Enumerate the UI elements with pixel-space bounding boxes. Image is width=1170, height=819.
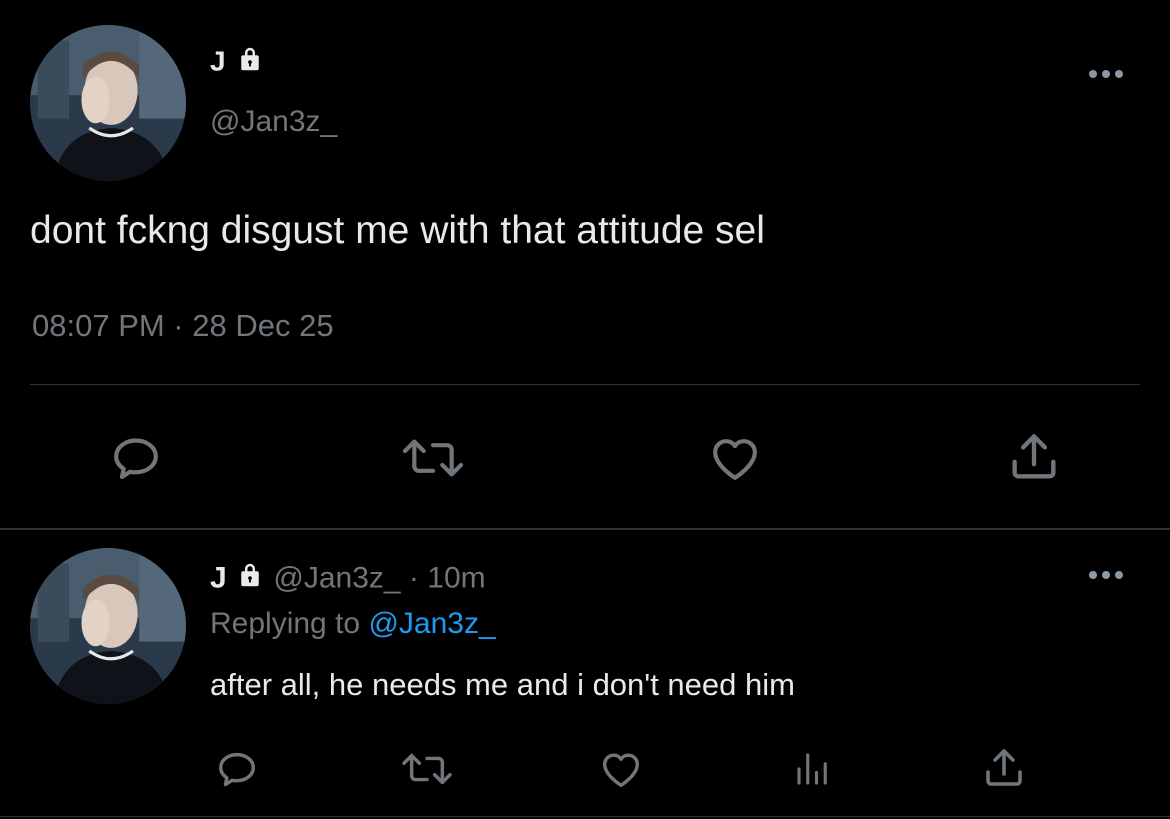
display-name-text: J: [210, 45, 226, 77]
reply-handle[interactable]: @Jan3z_: [273, 561, 400, 594]
tweet-timestamp[interactable]: 08:07 PM · 28 Dec 25: [32, 306, 334, 346]
reply-icon[interactable]: [214, 746, 260, 792]
more-icon[interactable]: [1086, 64, 1126, 84]
tweet-text: dont fckng disgust me with that attitude…: [30, 209, 765, 252]
replying-to: Replying to @Jan3z_: [210, 606, 496, 642]
retweet-icon[interactable]: [398, 746, 456, 792]
reply-text: after all, he needs me and i don't need …: [210, 667, 795, 702]
share-icon[interactable]: [980, 744, 1028, 792]
replying-to-label: Replying to: [210, 607, 361, 640]
retweet-icon[interactable]: [398, 430, 468, 486]
reply-avatar[interactable]: [30, 548, 186, 704]
separator-dot: ·: [408, 561, 419, 595]
reply-header: J @Jan3z_ · 10m: [210, 560, 486, 599]
analytics-icon[interactable]: [792, 748, 834, 790]
lock-icon: [235, 560, 265, 599]
section-divider: [0, 528, 1170, 530]
lock-icon: [235, 44, 265, 82]
display-name[interactable]: J: [210, 44, 265, 82]
user-handle[interactable]: @Jan3z_: [210, 104, 337, 140]
like-icon[interactable]: [706, 430, 764, 486]
replying-to-handle[interactable]: @Jan3z_: [368, 607, 495, 640]
divider: [30, 384, 1140, 385]
more-icon[interactable]: [1086, 565, 1126, 585]
like-icon[interactable]: [598, 746, 644, 792]
reply-age[interactable]: 10m: [427, 561, 485, 594]
avatar[interactable]: [30, 25, 186, 181]
reply-display-name[interactable]: J: [210, 561, 227, 594]
share-icon[interactable]: [1005, 428, 1063, 486]
bottom-divider: [0, 816, 1170, 817]
reply-icon[interactable]: [108, 430, 164, 486]
